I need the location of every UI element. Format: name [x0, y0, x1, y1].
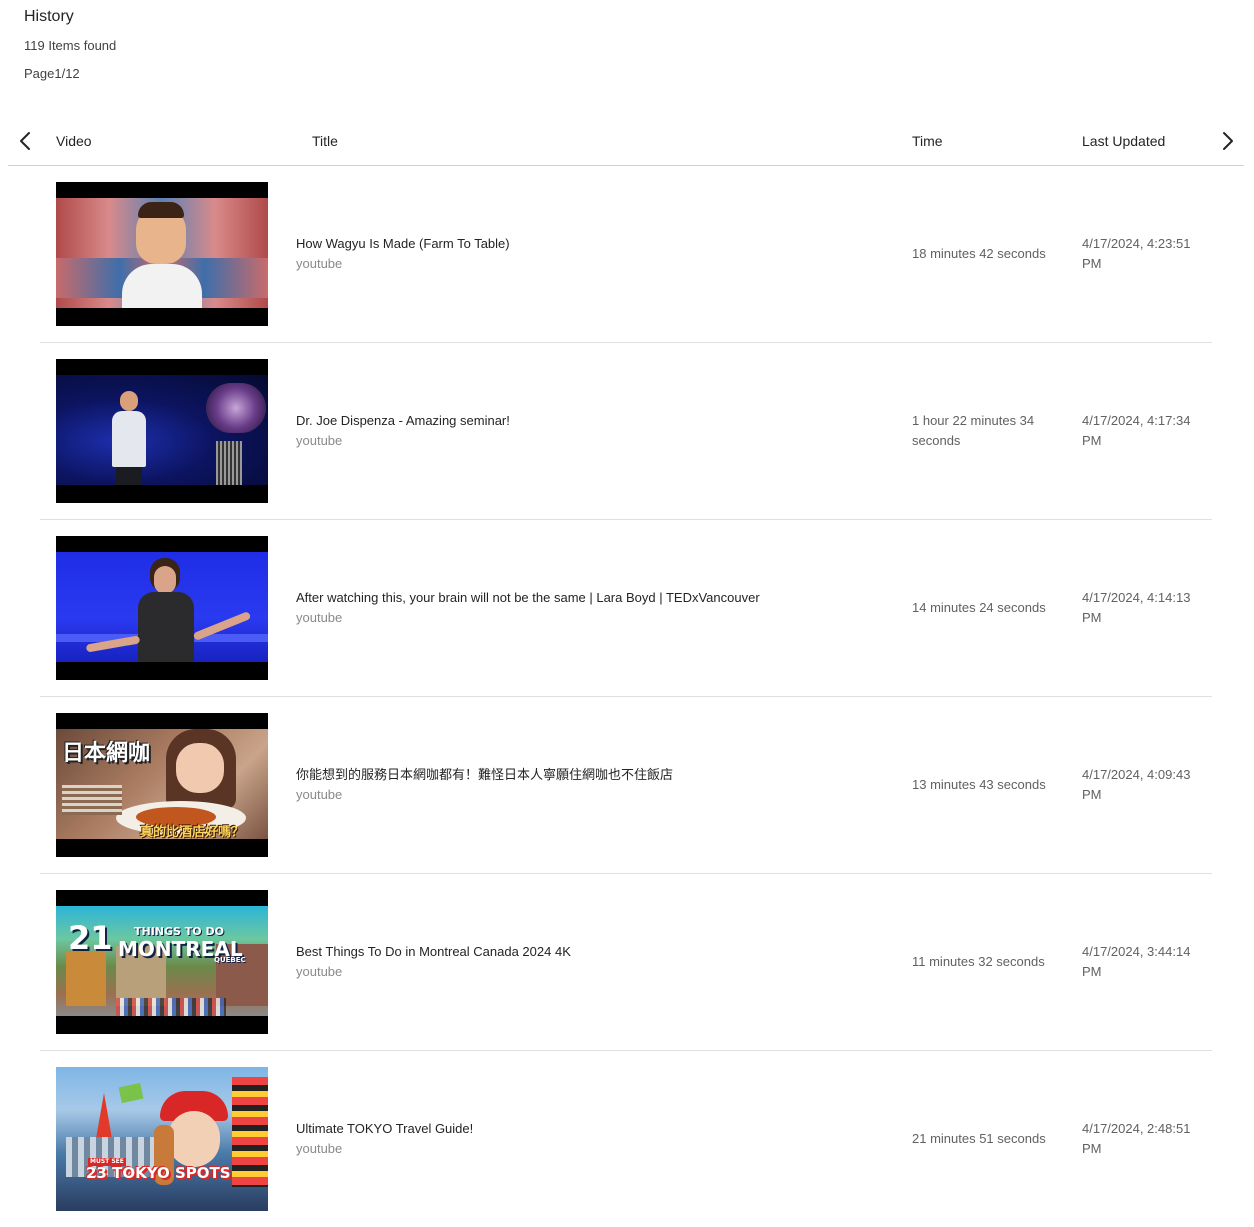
thumbnail-overlay-text: 21: [68, 919, 113, 957]
video-title[interactable]: Ultimate TOKYO Travel Guide!: [296, 1119, 876, 1139]
chevron-left-icon[interactable]: [15, 130, 37, 152]
video-title[interactable]: How Wagyu Is Made (Farm To Table): [296, 234, 876, 254]
page-indicator: Page1/12: [24, 66, 80, 81]
video-source: youtube: [296, 964, 343, 979]
video-title[interactable]: Dr. Joe Dispenza - Amazing seminar!: [296, 411, 876, 431]
last-updated: 4/17/2024, 4:23:51 PM: [1082, 236, 1191, 271]
video-thumbnail[interactable]: [56, 182, 268, 326]
table-row[interactable]: How Wagyu Is Made (Farm To Table) youtub…: [40, 166, 1212, 343]
last-updated: 4/17/2024, 2:48:51 PM: [1082, 1121, 1191, 1156]
history-list: How Wagyu Is Made (Farm To Table) youtub…: [40, 166, 1212, 1227]
video-title[interactable]: Best Things To Do in Montreal Canada 202…: [296, 942, 876, 962]
video-thumbnail[interactable]: [56, 536, 268, 680]
video-thumbnail[interactable]: 日本網咖 真的比酒店好嗎？: [56, 713, 268, 857]
thumbnail-overlay-text: QUEBEC: [214, 956, 246, 964]
table-row[interactable]: 21 THINGS TO DO MONTREAL QUEBEC Best Thi…: [40, 874, 1212, 1051]
video-source: youtube: [296, 1141, 343, 1156]
column-header-title[interactable]: Title: [312, 133, 338, 149]
video-source: youtube: [296, 610, 343, 625]
table-row[interactable]: MUST SEE 23 TOKYO SPOTS Ultimate TOKYO T…: [40, 1051, 1212, 1227]
column-header-time[interactable]: Time: [912, 133, 943, 149]
table-header: Video Title Time Last Updated: [8, 122, 1244, 166]
video-source: youtube: [296, 256, 343, 271]
page-title: History: [24, 8, 74, 25]
video-source: youtube: [296, 433, 343, 448]
table-row[interactable]: After watching this, your brain will not…: [40, 520, 1212, 697]
video-thumbnail[interactable]: MUST SEE 23 TOKYO SPOTS: [56, 1067, 268, 1211]
last-updated: 4/17/2024, 4:09:43 PM: [1082, 767, 1191, 802]
watch-time: 14 minutes 24 seconds: [912, 600, 1046, 615]
thumbnail-overlay-text: 23 TOKYO SPOTS: [86, 1164, 231, 1182]
table-row[interactable]: Dr. Joe Dispenza - Amazing seminar! yout…: [40, 343, 1212, 520]
video-title[interactable]: 你能想到的服務日本網咖都有！難怪日本人寧願住網咖也不住飯店: [296, 765, 876, 785]
chevron-right-icon[interactable]: [1216, 130, 1238, 152]
items-found-count: 119 Items found: [24, 38, 117, 53]
watch-time: 1 hour 22 minutes 34 seconds: [912, 413, 1035, 448]
last-updated: 4/17/2024, 4:14:13 PM: [1082, 590, 1191, 625]
watch-time: 11 minutes 32 seconds: [912, 954, 1045, 969]
video-thumbnail[interactable]: [56, 359, 268, 503]
page-header: History 119 Items found Page1/12: [24, 6, 116, 82]
table-row[interactable]: 日本網咖 真的比酒店好嗎？ 你能想到的服務日本網咖都有！難怪日本人寧願住網咖也不…: [40, 697, 1212, 874]
video-source: youtube: [296, 787, 343, 802]
thumbnail-overlay-text: 真的比酒店好嗎？: [140, 825, 245, 840]
watch-time: 13 minutes 43 seconds: [912, 777, 1046, 792]
column-header-last-updated[interactable]: Last Updated: [1082, 133, 1165, 149]
column-header-video[interactable]: Video: [56, 133, 92, 149]
video-thumbnail[interactable]: 21 THINGS TO DO MONTREAL QUEBEC: [56, 890, 268, 1034]
last-updated: 4/17/2024, 3:44:14 PM: [1082, 944, 1191, 979]
video-title[interactable]: After watching this, your brain will not…: [296, 588, 876, 608]
last-updated: 4/17/2024, 4:17:34 PM: [1082, 413, 1191, 448]
watch-time: 21 minutes 51 seconds: [912, 1131, 1046, 1146]
thumbnail-overlay-text: 日本網咖: [62, 741, 151, 766]
watch-time: 18 minutes 42 seconds: [912, 246, 1046, 261]
